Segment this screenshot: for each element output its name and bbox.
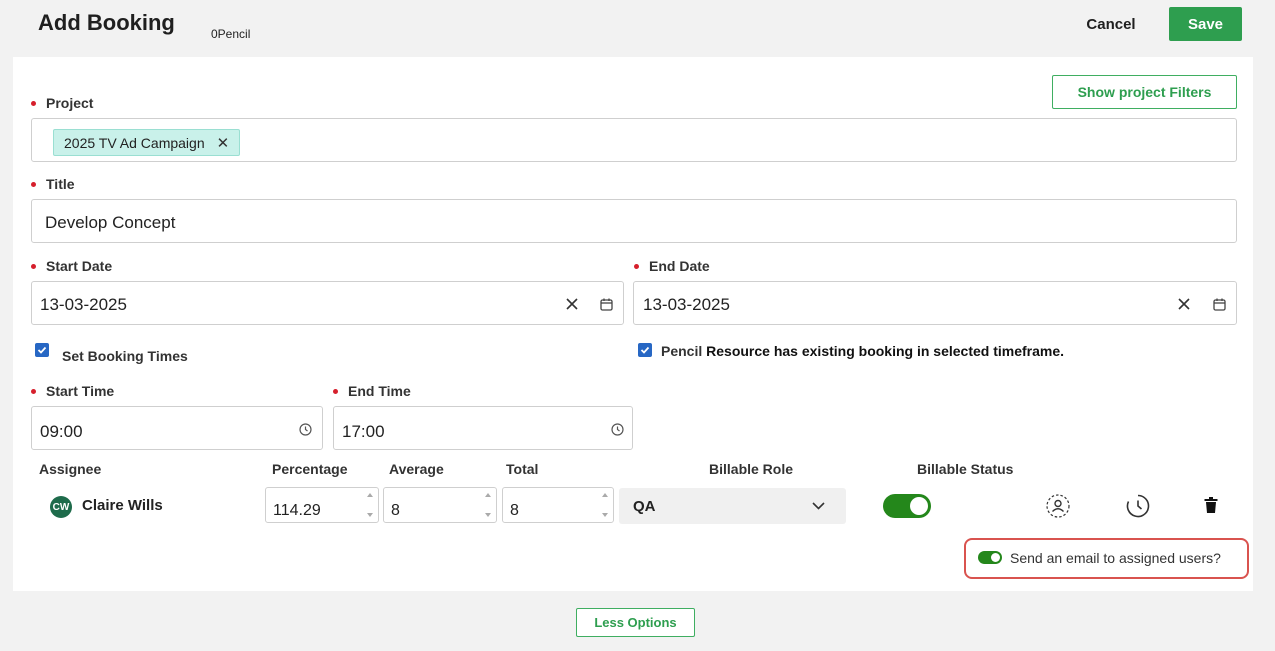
required-indicator — [333, 389, 338, 394]
remove-tag-icon[interactable]: ✕ — [217, 134, 230, 152]
start-date-input[interactable]: 13-03-2025 — [31, 281, 624, 325]
billable-role-value: QA — [633, 498, 656, 515]
send-email-label: Send an email to assigned users? — [1010, 550, 1221, 566]
existing-booking-checkbox[interactable] — [638, 343, 652, 357]
assign-user-icon[interactable] — [1045, 493, 1071, 519]
schedule-icon[interactable] — [1125, 493, 1151, 519]
total-value: 8 — [510, 502, 519, 519]
project-label: Project — [46, 95, 94, 111]
required-indicator — [634, 264, 639, 269]
start-time-label: Start Time — [46, 383, 115, 399]
project-tag: 2025 TV Ad Campaign ✕ — [53, 129, 241, 156]
project-tag-label: 2025 TV Ad Campaign — [64, 134, 205, 151]
start-date-value: 13-03-2025 — [40, 295, 127, 314]
required-indicator — [31, 389, 36, 394]
title-value: Develop Concept — [45, 213, 176, 232]
end-time-label: End Time — [348, 383, 411, 399]
calendar-icon[interactable] — [1209, 295, 1229, 313]
avatar: CW — [50, 496, 72, 518]
chevron-down-icon — [810, 498, 826, 514]
clock-icon[interactable] — [296, 420, 314, 438]
existing-booking-prefix: Pencil — [661, 343, 703, 359]
clear-icon[interactable] — [562, 295, 582, 313]
percentage-value: 114.29 — [273, 502, 321, 519]
clear-icon[interactable] — [1174, 295, 1194, 313]
toggle-knob — [910, 497, 928, 515]
title-label: Title — [46, 176, 75, 192]
spinner-icon[interactable] — [366, 493, 374, 517]
start-time-input[interactable]: 09:00 — [31, 406, 323, 450]
required-indicator — [31, 182, 36, 187]
existing-booking-label: Pencil Resource has existing booking in … — [661, 343, 1064, 359]
save-button[interactable]: Save — [1169, 7, 1242, 41]
title-input[interactable]: Develop Concept — [31, 199, 1237, 243]
end-time-value: 17:00 — [342, 422, 385, 441]
cancel-button[interactable]: Cancel — [1072, 8, 1150, 40]
billable-status-toggle[interactable] — [883, 494, 931, 518]
total-input[interactable]: 8 — [502, 487, 614, 523]
end-time-input[interactable]: 17:00 — [333, 406, 633, 450]
col-assignee: Assignee — [39, 461, 102, 477]
show-project-filters-button[interactable]: Show project Filters — [1052, 75, 1237, 109]
spinner-icon[interactable] — [601, 493, 609, 517]
col-billable-role: Billable Role — [709, 461, 794, 477]
set-booking-times-checkbox[interactable] — [35, 343, 49, 357]
billable-role-select[interactable]: QA — [619, 488, 846, 524]
send-email-toggle-row[interactable]: Send an email to assigned users? — [964, 538, 1249, 579]
less-options-button[interactable]: Less Options — [576, 608, 695, 637]
existing-booking-text: Resource has existing booking in selecte… — [706, 343, 1065, 359]
page-title: Add Booking — [38, 10, 175, 35]
send-email-toggle[interactable] — [978, 551, 1002, 564]
average-input[interactable]: 8 — [383, 487, 497, 523]
page-subtitle: 0Pencil — [211, 27, 251, 41]
col-percentage: Percentage — [272, 461, 348, 477]
toggle-knob — [991, 553, 1000, 562]
set-booking-times-label: Set Booking Times — [62, 348, 188, 364]
required-indicator — [31, 264, 36, 269]
col-billable-status: Billable Status — [917, 461, 1014, 477]
assignee-name: Claire Wills — [82, 497, 163, 514]
start-date-label: Start Date — [46, 258, 113, 274]
spinner-icon[interactable] — [484, 493, 492, 517]
clock-icon[interactable] — [608, 420, 626, 438]
required-indicator — [31, 101, 36, 106]
start-time-value: 09:00 — [40, 422, 83, 441]
percentage-input[interactable]: 114.29 — [265, 487, 379, 523]
calendar-icon[interactable] — [596, 295, 616, 313]
trash-icon[interactable] — [1202, 495, 1220, 515]
end-date-input[interactable]: 13-03-2025 — [633, 281, 1237, 325]
end-date-value: 13-03-2025 — [643, 295, 730, 314]
col-average: Average — [389, 461, 444, 477]
col-total: Total — [506, 461, 539, 477]
average-value: 8 — [391, 502, 400, 519]
end-date-label: End Date — [649, 258, 710, 274]
